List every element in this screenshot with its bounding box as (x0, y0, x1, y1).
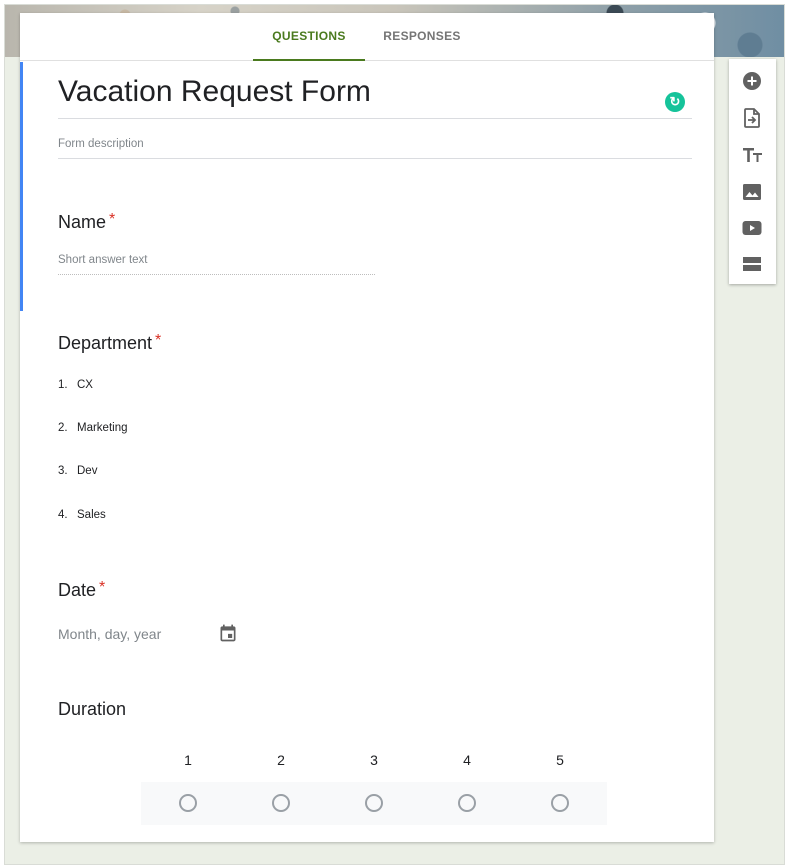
list-item[interactable]: 1. CX (58, 379, 93, 391)
required-asterisk: * (99, 579, 106, 596)
calendar-icon[interactable] (218, 623, 238, 643)
list-label: Dev (77, 465, 98, 477)
scale-radio-3[interactable] (365, 794, 383, 812)
scale-label: 5 (556, 752, 564, 768)
form-card: QUESTIONS RESPONSES Vacation Request For… (20, 13, 714, 842)
list-item[interactable]: 2. Marketing (58, 422, 128, 434)
form-description-field[interactable]: Form description (58, 138, 692, 159)
active-section-indicator (20, 62, 23, 311)
import-questions-icon[interactable] (740, 106, 764, 130)
list-number: 2. (58, 422, 68, 434)
add-title-icon[interactable] (740, 143, 764, 167)
date-input[interactable]: Month, day, year (58, 626, 161, 642)
list-item[interactable]: 3. Dev (58, 465, 97, 477)
tab-bar: QUESTIONS RESPONSES (20, 13, 714, 61)
question-title-department: Department * (58, 332, 162, 354)
short-answer-field[interactable]: Short answer text (58, 254, 375, 275)
tab-questions[interactable]: QUESTIONS (253, 13, 365, 61)
list-item[interactable]: 4. Sales (58, 509, 106, 521)
list-label: CX (77, 379, 93, 391)
page-frame: QUESTIONS RESPONSES Vacation Request For… (4, 4, 785, 865)
question-title-text: Date (58, 580, 97, 600)
tab-responses[interactable]: RESPONSES (372, 13, 472, 61)
add-image-icon[interactable] (740, 180, 764, 204)
linear-scale-row (141, 782, 607, 825)
add-video-icon[interactable] (740, 216, 764, 240)
list-number: 3. (58, 465, 68, 477)
question-title-name: Name * (58, 211, 116, 233)
required-asterisk: * (109, 211, 116, 228)
add-section-icon[interactable] (740, 252, 764, 276)
list-number: 4. (58, 509, 68, 521)
scale-radio-4[interactable] (458, 794, 476, 812)
grammarly-icon[interactable]: ↻ (665, 92, 685, 112)
required-asterisk: * (155, 332, 162, 349)
scale-label: 4 (463, 752, 471, 768)
question-title-text: Department (58, 333, 153, 353)
question-title-text: Name (58, 212, 107, 232)
scale-label: 3 (370, 752, 378, 768)
question-title-duration: Duration (58, 699, 126, 720)
question-title-text: Duration (58, 699, 127, 719)
form-title[interactable]: Vacation Request Form (58, 75, 692, 119)
question-title-date: Date * (58, 579, 106, 601)
list-label: Marketing (77, 422, 128, 434)
scale-radio-1[interactable] (179, 794, 197, 812)
add-question-icon[interactable] (740, 69, 764, 93)
list-number: 1. (58, 379, 68, 391)
scale-label: 2 (277, 752, 285, 768)
scale-label: 1 (184, 752, 192, 768)
list-label: Sales (77, 509, 106, 521)
question-toolbar (729, 59, 776, 284)
scale-radio-5[interactable] (551, 794, 569, 812)
scale-radio-2[interactable] (272, 794, 290, 812)
